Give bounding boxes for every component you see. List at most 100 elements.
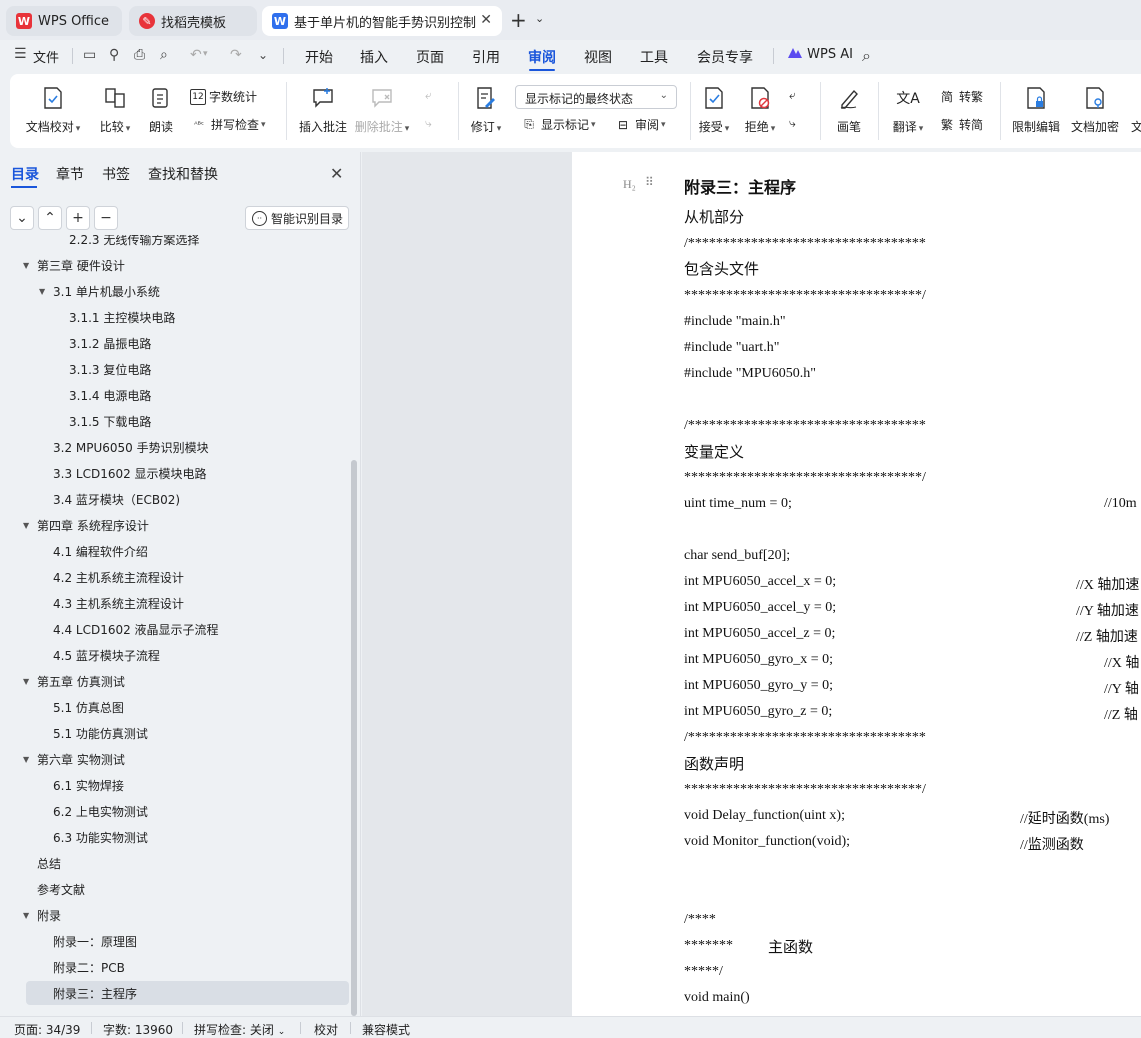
tab-reference[interactable]: 引用 xyxy=(472,47,500,67)
translate-button[interactable]: 文A 翻译 ▾ xyxy=(888,84,928,135)
expand-up-button[interactable]: ⌃ xyxy=(38,206,62,230)
toc-item[interactable]: 3.2 MPU6050 手势识别模块 xyxy=(26,435,349,459)
document-page[interactable]: H₂ ⠿ 附录三：主程序 从机部分/**********************… xyxy=(572,152,1141,1016)
print-icon[interactable]: ⎙ xyxy=(134,47,145,63)
toc-scrollbar[interactable] xyxy=(351,460,357,1016)
spell-check-button[interactable]: ᴬᴮᶜ 拼写检查 ▾ xyxy=(190,116,265,133)
tab-tools[interactable]: 工具 xyxy=(640,47,668,67)
chevron-down-icon[interactable]: ▾ xyxy=(203,49,208,59)
toc-item[interactable]: 总结 xyxy=(26,851,349,875)
pen-button[interactable]: 画笔 xyxy=(834,84,864,135)
close-icon[interactable]: ✕ xyxy=(330,164,343,183)
tab-review[interactable]: 审阅 xyxy=(528,47,556,67)
tab-home[interactable]: 开始 xyxy=(305,47,333,67)
toc-item[interactable]: 4.2 主机系统主流程设计 xyxy=(26,565,349,589)
toc-item[interactable]: ▼ 第三章 硬件设计 xyxy=(23,253,349,277)
tab-wps-office[interactable]: W WPS Office xyxy=(6,6,122,36)
spell-check-status[interactable]: 拼写检查: 关闭 ⌄ xyxy=(194,1021,285,1038)
previous-comment-icon[interactable]: ⤶ xyxy=(425,88,432,103)
toc-item[interactable]: 6.2 上电实物测试 xyxy=(26,799,349,823)
close-icon[interactable]: ✕ xyxy=(480,12,492,28)
collapse-all-button[interactable]: ⌄ xyxy=(10,206,34,230)
tab-member[interactable]: 会员专享 xyxy=(697,47,753,67)
toc-item[interactable]: 3.3 LCD1602 显示模块电路 xyxy=(26,461,349,485)
toc-item[interactable]: 附录一：原理图 xyxy=(26,929,349,953)
tab-toc[interactable]: 目录 xyxy=(11,164,39,184)
smart-toc-button[interactable]: ·· 智能识别目录 xyxy=(245,206,349,230)
undo-icon[interactable]: ↶ xyxy=(190,47,202,63)
share-icon[interactable]: ⚲ xyxy=(109,47,119,63)
restrict-edit-button[interactable]: 限制编辑 xyxy=(1010,84,1062,135)
previous-change-icon[interactable]: ⤶ xyxy=(789,88,796,103)
save-icon[interactable]: ▭ xyxy=(83,47,96,63)
chevron-down-icon[interactable]: ⌄ xyxy=(535,12,544,25)
toc-item[interactable]: 3.1.4 电源电路 xyxy=(26,383,349,407)
chevron-down-icon[interactable]: ⌄ xyxy=(258,48,268,62)
hamburger-menu-icon[interactable]: ☰ xyxy=(14,46,27,62)
toc-item[interactable]: 5.1 仿真总图 xyxy=(26,695,349,719)
toc-item[interactable]: 4.5 蓝牙模块子流程 xyxy=(26,643,349,667)
toc-item[interactable]: 附录三：主程序 xyxy=(26,981,349,1005)
toc-item[interactable]: 4.4 LCD1602 液晶显示子流程 xyxy=(26,617,349,641)
toc-item[interactable]: ▼ 3.1 单片机最小系统 xyxy=(26,279,349,303)
tab-current-document[interactable]: W 基于单片机的智能手势识别控制 ✕ xyxy=(262,6,502,36)
word-count-status[interactable]: 字数: 13960 xyxy=(103,1021,173,1038)
toc-item[interactable]: ▼ 附录 xyxy=(23,903,349,927)
page-indicator[interactable]: 页面: 34/39 xyxy=(14,1021,80,1038)
toc-item[interactable]: 4.1 编程软件介绍 xyxy=(26,539,349,563)
print-preview-icon[interactable]: ⌕ xyxy=(160,47,168,63)
add-heading-button[interactable]: + xyxy=(66,206,90,230)
tab-bookmarks[interactable]: 书签 xyxy=(102,164,130,184)
doc-encrypt-button[interactable]: 文档加密 xyxy=(1069,84,1121,135)
compare-button[interactable]: 比较 ▾ xyxy=(96,84,134,135)
toc-item[interactable]: 6.1 实物焊接 xyxy=(26,773,349,797)
review-pane-button[interactable]: ⊟ 审阅 ▾ xyxy=(614,116,666,133)
toc-item[interactable]: 参考文献 xyxy=(26,877,349,901)
toc-item[interactable]: 6.3 功能实物测试 xyxy=(26,825,349,849)
remove-heading-button[interactable]: − xyxy=(94,206,118,230)
toc-item[interactable]: 3.1.1 主控模块电路 xyxy=(26,305,349,329)
insert-comment-button[interactable]: 插入批注 xyxy=(297,84,349,135)
toc-item[interactable]: ▼ 第五章 仿真测试 xyxy=(23,669,349,693)
word-count-button[interactable]: 12 字数统计 xyxy=(190,88,257,105)
toc-item[interactable]: 2.2.3 无线传输方案选择 xyxy=(26,235,349,251)
file-menu[interactable]: 文件 xyxy=(33,47,59,66)
delete-comment-button[interactable]: 删除批注 ▾ xyxy=(355,84,409,135)
more-ribbon-button[interactable]: 文 xyxy=(1131,118,1141,135)
toc-item[interactable]: 3.4 蓝牙模块（ECB02) xyxy=(26,487,349,511)
tab-page[interactable]: 页面 xyxy=(416,47,444,67)
toc-item[interactable]: 3.1.2 晶振电路 xyxy=(26,331,349,355)
toc-item[interactable]: 4.3 主机系统主流程设计 xyxy=(26,591,349,615)
tab-insert[interactable]: 插入 xyxy=(360,47,388,67)
doc-check-button[interactable]: 文档校对 ▾ xyxy=(26,84,80,135)
toc-item[interactable]: 5.1 功能仿真测试 xyxy=(26,721,349,745)
expand-arrow-icon[interactable]: ▼ xyxy=(39,287,45,296)
expand-arrow-icon[interactable]: ▼ xyxy=(23,911,29,920)
search-icon[interactable]: ⌕ xyxy=(862,46,871,66)
to-traditional-button[interactable]: 简 转繁 xyxy=(938,88,983,105)
markup-state-select[interactable]: 显示标记的最终状态 ⌄ xyxy=(515,85,677,109)
reject-button[interactable]: 拒绝 ▾ xyxy=(742,84,778,135)
show-markup-button[interactable]: ⎘ 显示标记 ▾ xyxy=(520,116,595,133)
revise-button[interactable]: 修订 ▾ xyxy=(468,84,504,135)
expand-arrow-icon[interactable]: ▼ xyxy=(23,755,29,764)
wps-ai-button[interactable]: WPS AI xyxy=(787,46,853,62)
expand-arrow-icon[interactable]: ▼ xyxy=(23,677,29,686)
toc-item[interactable]: 3.1.5 下载电路 xyxy=(26,409,349,433)
accept-button[interactable]: 接受 ▾ xyxy=(696,84,732,135)
drag-handle-icon[interactable]: ⠿ xyxy=(645,175,654,189)
toc-item[interactable]: ▼ 第六章 实物测试 xyxy=(23,747,349,771)
toc-item[interactable]: 3.1.3 复位电路 xyxy=(26,357,349,381)
tab-docer-templates[interactable]: ✎ 找稻壳模板 xyxy=(129,6,257,36)
tab-find-replace[interactable]: 查找和替换 xyxy=(148,164,218,184)
next-change-icon[interactable]: ⤷ xyxy=(789,116,796,131)
proof-status[interactable]: 校对 xyxy=(314,1021,338,1038)
redo-icon[interactable]: ↷ xyxy=(230,47,242,63)
toc-item[interactable]: ▼ 第四章 系统程序设计 xyxy=(23,513,349,537)
expand-arrow-icon[interactable]: ▼ xyxy=(23,261,29,270)
tab-chapters[interactable]: 章节 xyxy=(56,164,84,184)
to-simplified-button[interactable]: 繁 转简 xyxy=(938,116,983,133)
next-comment-icon[interactable]: ⤷ xyxy=(425,116,432,131)
tab-view[interactable]: 视图 xyxy=(584,47,612,67)
read-aloud-button[interactable]: 朗读 xyxy=(146,84,176,135)
